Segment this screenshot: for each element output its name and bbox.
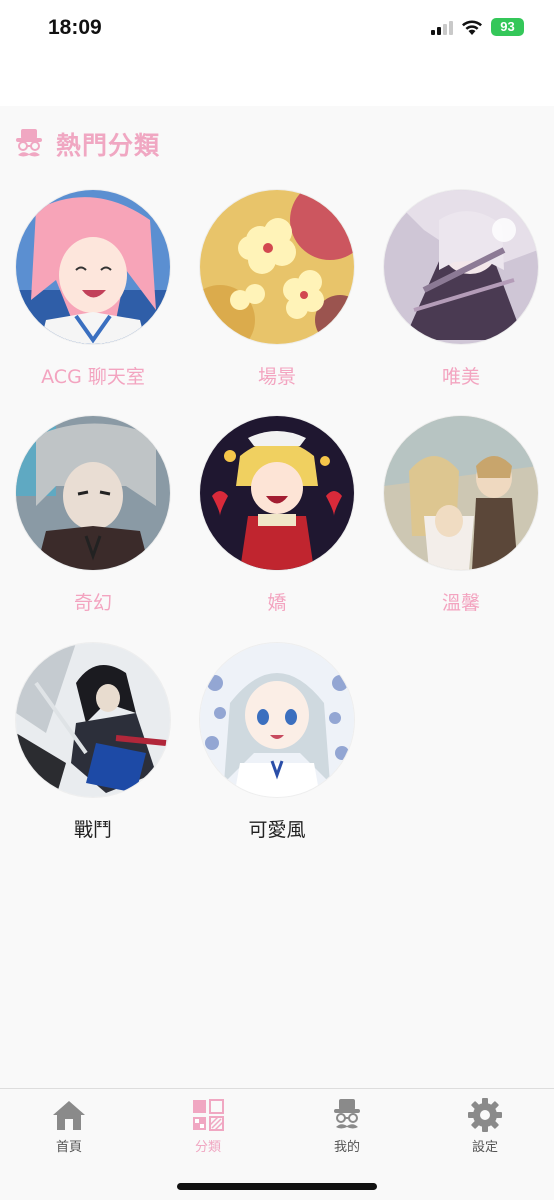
category-item-battle[interactable]: 戰鬥 <box>15 643 171 842</box>
category-thumbnail <box>200 190 354 344</box>
cellular-signal-icon <box>431 19 453 35</box>
category-label: 嬌 <box>267 592 287 614</box>
category-label: 可愛風 <box>248 819 306 841</box>
category-thumbnail <box>16 190 170 344</box>
tab-category[interactable]: 分類 <box>168 1097 248 1155</box>
status-time: 18:09 <box>48 16 102 39</box>
tab-bar: 首頁 分類 我的 設定 <box>0 1088 554 1200</box>
category-thumbnail <box>384 416 538 570</box>
category-thumbnail <box>16 416 170 570</box>
status-bar: 18:09 93 <box>0 0 554 62</box>
category-item-cute[interactable]: 可愛風 <box>199 643 355 842</box>
wifi-icon <box>462 20 482 35</box>
home-indicator <box>177 1183 377 1190</box>
category-label: 奇幻 <box>73 592 112 614</box>
category-thumbnail <box>384 190 538 344</box>
category-item-scene[interactable]: 場景 <box>199 190 355 389</box>
category-item-fantasy[interactable]: 奇幻 <box>15 416 171 615</box>
gear-icon <box>468 1098 502 1132</box>
category-thumbnail <box>16 643 170 797</box>
gentleman-icon <box>16 129 42 157</box>
tab-settings[interactable]: 設定 <box>445 1097 525 1155</box>
battery-indicator: 93 <box>491 18 524 36</box>
category-grid-icon <box>193 1099 224 1131</box>
tab-label: 首頁 <box>55 1140 82 1155</box>
category-label: 戰鬥 <box>73 819 112 841</box>
category-item-tsundere[interactable]: 嬌 <box>199 416 355 615</box>
category-label: 唯美 <box>441 366 480 388</box>
status-indicators: 93 <box>431 18 524 36</box>
content-area: 熱門分類 ACG 聊天室 場景 唯美 奇幻 嬌 溫馨 戰鬥 可愛風 <box>0 106 554 1088</box>
navigation-bar <box>0 62 554 106</box>
home-icon <box>53 1101 85 1130</box>
tab-home[interactable]: 首頁 <box>29 1097 109 1155</box>
tab-label: 我的 <box>333 1140 360 1155</box>
category-label: 場景 <box>257 366 296 388</box>
category-thumbnail <box>200 416 354 570</box>
tab-profile[interactable]: 我的 <box>307 1097 387 1155</box>
category-thumbnail <box>200 643 354 797</box>
category-label: 溫馨 <box>441 592 480 614</box>
category-label: ACG 聊天室 <box>41 366 145 388</box>
section-header: 熱門分類 <box>12 126 160 162</box>
category-item-acg-chat[interactable]: ACG 聊天室 <box>15 190 171 389</box>
tab-label: 分類 <box>194 1140 221 1155</box>
section-title: 熱門分類 <box>56 131 161 160</box>
category-item-aesthetic[interactable]: 唯美 <box>383 190 539 389</box>
tab-label: 設定 <box>471 1140 498 1155</box>
profile-hat-icon <box>334 1099 360 1129</box>
category-item-warm[interactable]: 溫馨 <box>383 416 539 615</box>
